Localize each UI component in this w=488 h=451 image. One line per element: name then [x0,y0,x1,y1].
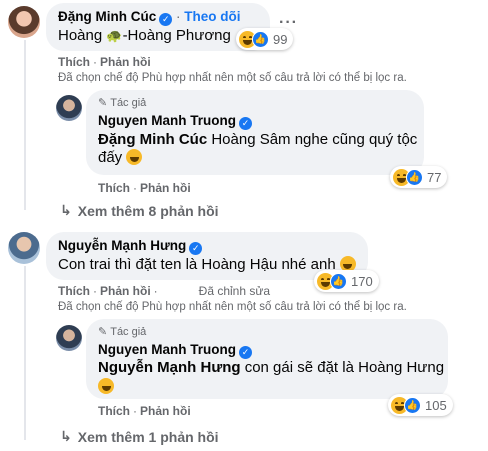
author-tag-label: Tác giả [110,96,147,109]
edited-label: Đã chỉnh sửa [198,284,271,298]
comment-text-part: -Hoàng Phương [122,27,231,44]
reply-button[interactable]: Phản hồi [140,404,191,418]
mention-link[interactable]: Nguyễn Mạnh Hưng [98,359,241,376]
filter-note: Đã chọn chế độ Phù hợp nhất nên một số c… [58,72,407,84]
thread-line [24,266,26,440]
comment-text: Nguyễn Mạnh Hưng con gái sẽ đặt là Hoàng… [98,359,444,376]
laughing-emoji-icon [98,378,114,394]
avatar[interactable] [56,325,82,351]
separator: · [176,9,181,24]
reply-arrow-icon: ↳ [60,428,72,444]
verified-badge-icon: ✓ [189,242,203,255]
thread-line [24,40,26,210]
author-tag-label: Tác giả [110,325,147,338]
separator: · [153,284,158,298]
emoji-line [98,378,114,396]
pencil-icon: ✎ [98,97,108,109]
separator: · [133,404,137,418]
reply-button[interactable]: Phản hồi [100,284,151,298]
avatar[interactable] [8,6,40,38]
view-more-replies[interactable]: ↳ Xem thêm 8 phản hồi [60,202,219,219]
separator: · [93,55,97,69]
view-more-label: Xem thêm 8 phản hồi [77,202,219,219]
like-button[interactable]: Thích [58,55,90,69]
comment-actions: Thích · Phản hồi · Đã chỉnh sửa [58,284,270,298]
turtle-emoji-icon: 🐢 [106,28,123,43]
like-icon: 👍 [404,396,421,414]
comment-text-part: đấy [98,149,123,166]
verified-badge-icon: ✓ [159,13,173,26]
like-button[interactable]: Thích [98,181,130,195]
reply-button[interactable]: Phản hồi [140,181,191,195]
like-button[interactable]: Thích [98,404,130,418]
comment-text-part: Con trai thì đặt ten là Hoàng Hậu nhé an… [58,256,336,273]
commenter-name[interactable]: Đặng Minh Cúc [58,9,156,24]
separator: · [93,284,97,298]
comment-actions: Thích · Phản hồi [58,55,151,69]
verified-badge-icon: ✓ [239,117,252,130]
like-icon: 👍 [330,272,347,290]
reply-button[interactable]: Phản hồi [100,55,151,69]
reaction-summary[interactable]: 👍 77 [390,166,448,188]
commenter-name[interactable]: Nguyễn Mạnh Hưng [58,238,186,253]
reply-arrow-icon: ↳ [60,202,72,218]
like-icon: 👍 [252,30,269,48]
commenter-name[interactable]: Nguyen Manh Truong [98,342,236,357]
comment-text: Hoàng 🐢-Hoàng Phương [58,27,231,44]
comment-text: Đặng Minh Cúc Hoàng Sâm nghe cũng quý tộ… [98,131,417,148]
avatar[interactable] [8,232,40,264]
pencil-icon: ✎ [98,326,108,338]
reaction-count: 105 [425,397,447,413]
author-tag: ✎ Tác giả [98,325,147,339]
reaction-count: 170 [351,273,373,289]
like-button[interactable]: Thích [58,284,90,298]
filter-note: Đã chọn chế độ Phù hợp nhất nên một số c… [58,301,407,313]
comment-text-part: Hoàng [58,27,107,44]
reaction-count: 77 [427,169,442,185]
mention-link[interactable]: Đặng Minh Cúc [98,131,207,148]
commenter-name[interactable]: Nguyen Manh Truong [98,113,236,128]
verified-badge-icon: ✓ [239,346,252,359]
comment-actions: Thích · Phản hồi [98,181,191,195]
reaction-summary[interactable]: 👍 105 [388,394,453,416]
comment-text: Con trai thì đặt ten là Hoàng Hậu nhé an… [58,256,356,273]
comment-actions: Thích · Phản hồi [98,404,191,418]
laughing-emoji-icon [126,149,143,165]
comment-text-part: Hoàng Sâm nghe cũng quý tộc [207,131,418,148]
more-horizontal-icon[interactable]: ··· [279,14,298,32]
reaction-summary[interactable]: 👍 170 [314,270,379,292]
author-tag: ✎ Tác giả [98,96,147,110]
like-icon: 👍 [406,168,423,186]
avatar[interactable] [56,95,82,121]
view-more-label: Xem thêm 1 phản hồi [77,428,219,445]
reaction-count: 99 [273,31,288,47]
comment-text: đấy [98,149,143,166]
comment-text-part: con gái sẽ đặt là Hoàng Hưng [240,359,445,376]
follow-button[interactable]: Theo dõi [184,9,240,24]
separator: · [133,181,137,195]
view-more-replies[interactable]: ↳ Xem thêm 1 phản hồi [60,428,219,445]
